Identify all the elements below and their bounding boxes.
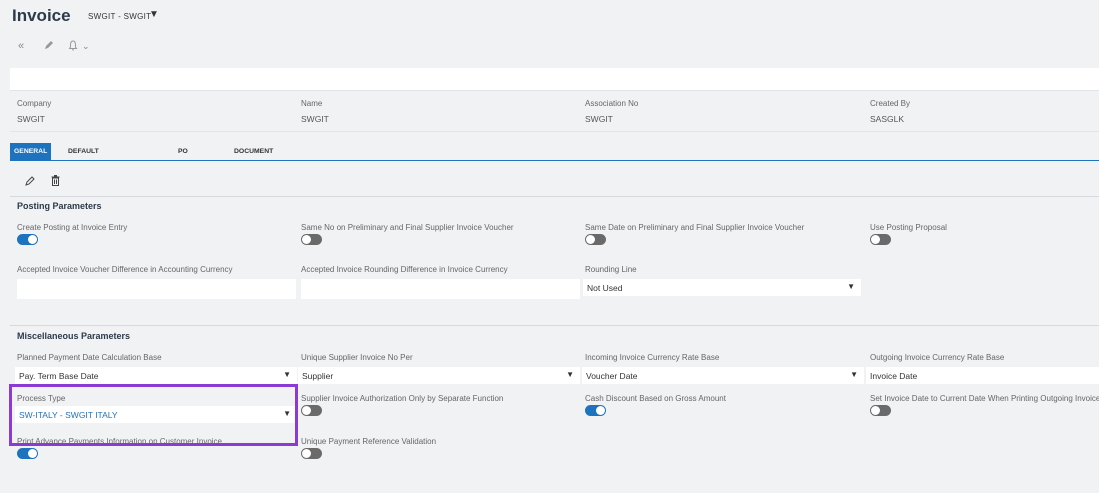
use-posting-proposal-toggle[interactable] [870, 234, 891, 245]
unique-supplier-invoice-value: Supplier [302, 371, 334, 381]
created-by-label: Created By [870, 99, 911, 108]
accepted-rounding-diff-input[interactable] [301, 279, 580, 299]
same-no-label: Same No on Preliminary and Final Supplie… [301, 223, 514, 232]
create-posting-label: Create Posting at Invoice Entry [17, 223, 128, 232]
supplier-auth-toggle[interactable] [301, 405, 322, 416]
planned-payment-select[interactable]: Pay. Term Base Date ▼ [15, 367, 297, 384]
title-dropdown-caret-icon[interactable]: ▼ [149, 9, 159, 20]
record-info-row [10, 90, 1099, 132]
set-invoice-date-toggle[interactable] [870, 405, 891, 416]
use-posting-proposal-label: Use Posting Proposal [870, 223, 947, 232]
incoming-rate-select[interactable]: Voucher Date ▼ [582, 367, 864, 384]
edit-icon[interactable] [25, 173, 35, 191]
delete-icon[interactable] [51, 173, 60, 191]
same-date-toggle[interactable] [585, 234, 606, 245]
company-value: SWGIT [17, 114, 45, 124]
name-label: Name [301, 99, 323, 108]
page-subtitle: SWGIT - SWGIT [88, 12, 152, 21]
accepted-rounding-diff-label: Accepted Invoice Rounding Difference in … [301, 265, 508, 274]
tab-document-management[interactable]: DOCUMENT MANAGEMENT [230, 143, 287, 172]
association-no-label: Association No [585, 99, 639, 108]
rounding-line-label: Rounding Line [585, 265, 637, 274]
same-date-label: Same Date on Preliminary and Final Suppl… [585, 223, 805, 232]
unique-supplier-invoice-select[interactable]: Supplier ▼ [298, 367, 580, 384]
unique-payment-ref-toggle[interactable] [301, 448, 322, 459]
double-chevron-left-icon[interactable]: « [18, 40, 24, 52]
misc-parameters-title: Miscellaneous Parameters [17, 331, 131, 341]
tab-default-invoice-types[interactable]: DEFAULT INVOICE TYPES [64, 143, 103, 189]
divider [10, 196, 1099, 197]
rounding-line-select[interactable]: Not Used ▼ [583, 279, 861, 296]
create-posting-toggle[interactable] [17, 234, 38, 245]
supplier-auth-label: Supplier Invoice Authorization Only by S… [301, 394, 504, 403]
name-value: SWGIT [301, 114, 329, 124]
print-advance-toggle[interactable] [17, 448, 38, 459]
chevron-down-icon: ▼ [850, 370, 858, 379]
accepted-voucher-diff-input[interactable] [17, 279, 296, 299]
chevron-down-icon: ▼ [847, 282, 855, 291]
outgoing-rate-label: Outgoing Invoice Currency Rate Base [870, 353, 1005, 362]
cash-discount-label: Cash Discount Based on Gross Amount [585, 394, 726, 403]
pencil-icon[interactable] [44, 40, 54, 53]
unique-supplier-invoice-label: Unique Supplier Invoice No Per [301, 353, 413, 362]
rounding-line-value: Not Used [587, 283, 623, 293]
planned-payment-label: Planned Payment Date Calculation Base [17, 353, 162, 362]
planned-payment-value: Pay. Term Base Date [19, 371, 99, 381]
tab-general[interactable]: GENERAL [10, 143, 52, 160]
chevron-down-icon: ▼ [566, 370, 574, 379]
chevron-down-icon[interactable]: ⌄ [82, 41, 90, 52]
same-no-toggle[interactable] [301, 234, 322, 245]
header-strip [10, 68, 1099, 90]
chevron-down-icon: ▼ [283, 370, 291, 379]
posting-parameters-title: Posting Parameters [17, 201, 102, 211]
cash-discount-toggle[interactable] [585, 405, 606, 416]
set-invoice-date-label: Set Invoice Date to Current Date When Pr… [870, 394, 1099, 403]
highlight-box [9, 384, 298, 446]
created-by-value: SASGLK [870, 114, 905, 124]
unique-payment-ref-label: Unique Payment Reference Validation [301, 437, 437, 446]
tab-po-matching[interactable]: PO MATCHING [174, 143, 218, 172]
incoming-rate-label: Incoming Invoice Currency Rate Base [585, 353, 720, 362]
outgoing-rate-value: Invoice Date [870, 371, 918, 381]
company-label: Company [17, 99, 52, 108]
page-title: Invoice [12, 6, 71, 25]
accepted-voucher-diff-label: Accepted Invoice Voucher Difference in A… [17, 265, 233, 274]
bell-icon[interactable] [68, 40, 78, 54]
association-no-value: SWGIT [585, 114, 613, 124]
incoming-rate-value: Voucher Date [586, 371, 638, 381]
divider [10, 325, 1099, 326]
outgoing-rate-select[interactable]: Invoice Date [866, 367, 1099, 384]
